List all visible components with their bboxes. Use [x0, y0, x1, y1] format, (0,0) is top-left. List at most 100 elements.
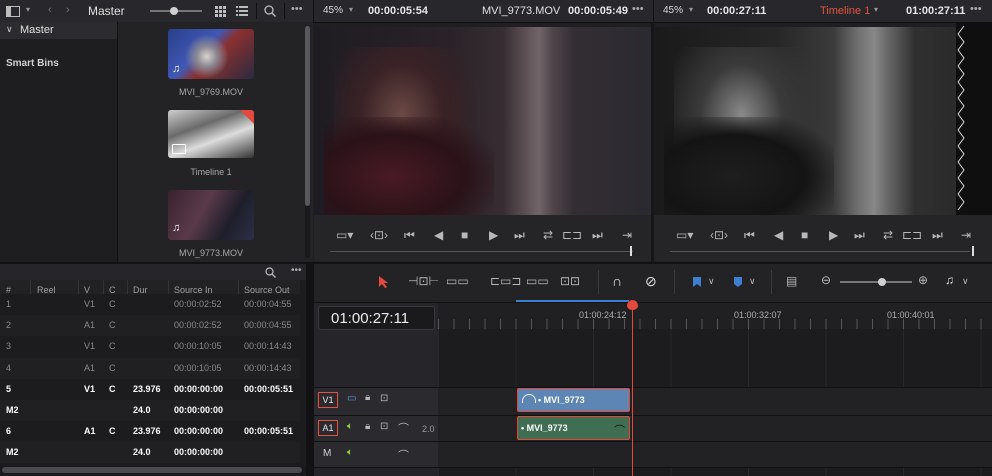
timeline-timecode-box[interactable]: 01:00:27:11 [318, 306, 435, 330]
snapping-icon[interactable]: ∩ [612, 273, 622, 289]
back-arrow-icon[interactable]: ‹ [48, 4, 52, 16]
table-row[interactable]: M2 24.0 00:00:00:00 [0, 400, 300, 421]
program-mark-out-icon[interactable]: ⏭ [932, 228, 943, 243]
program-play-icon[interactable]: ▶ [829, 228, 838, 242]
linked-selection-icon[interactable]: ⊘ [645, 273, 657, 290]
forward-arrow-icon[interactable]: › [66, 4, 70, 16]
source-last-frame-icon[interactable]: ⏭ [514, 228, 525, 243]
program-zoom-arrow-icon[interactable]: ▾ [689, 5, 693, 14]
source-clip-name[interactable]: MVI_9773.MOV [482, 5, 560, 17]
lane-m[interactable] [438, 442, 992, 468]
source-stop-icon[interactable]: ■ [461, 228, 468, 242]
edit-index-scrollbar[interactable] [0, 466, 306, 474]
search-icon[interactable] [262, 3, 278, 19]
media-pool-scrollbar[interactable] [305, 26, 310, 258]
source-loop-icon[interactable]: ⇄ [543, 228, 553, 242]
source-match-frame-icon[interactable]: ‹⊡› [370, 228, 388, 242]
timeline-dropdown-icon[interactable]: ▾ [874, 5, 878, 14]
a1-lock-icon[interactable]: 🔒︎ [365, 421, 370, 432]
edit-index-scroll-thumb[interactable] [2, 467, 302, 473]
selection-tool-icon[interactable] [378, 275, 390, 292]
clip-name-mvi-9769[interactable]: MVI_9769.MOV [146, 87, 276, 97]
m-curve-icon[interactable]: ⌒ [398, 447, 409, 463]
flag-icon[interactable] [692, 276, 702, 291]
source-playhead[interactable] [630, 246, 632, 256]
a1-auto-select-icon[interactable]: ⊡ [380, 421, 388, 432]
video-clip[interactable]: • MVI_9773 [517, 388, 630, 412]
audio-dropdown-icon[interactable]: ∨ [962, 276, 969, 287]
table-row[interactable]: M2 24.0 00:00:00:00 [0, 442, 300, 464]
flag-dropdown-icon[interactable]: ∨ [708, 276, 715, 287]
zoom-slider[interactable] [840, 278, 912, 286]
media-pool-scroll-thumb[interactable] [305, 26, 310, 206]
clip-name-mvi-9773[interactable]: MVI_9773.MOV [146, 248, 276, 258]
audio-clip[interactable]: • MVI_9773 ⌒ [517, 416, 630, 440]
timeline-playhead-line[interactable] [632, 303, 633, 476]
slider-knob[interactable] [170, 7, 178, 15]
source-mark-in-icon[interactable]: ⇥ [622, 228, 632, 242]
m-speaker-icon[interactable]: 🔈︎ [347, 447, 353, 458]
source-view-mode-icon[interactable]: ▭▾ [336, 228, 353, 242]
list-view-icon[interactable] [234, 3, 250, 19]
program-jog-bar[interactable] [670, 251, 970, 252]
table-row[interactable]: 5 V1 C 23.976 00:00:00:00 00:00:05:51 [0, 378, 300, 400]
collapse-chevron-icon[interactable]: ∨ [6, 24, 13, 35]
source-zoom-arrow-icon[interactable]: ▾ [349, 5, 353, 14]
source-viewer-options-button[interactable]: ••• [632, 3, 644, 15]
timeline-view-options-icon[interactable]: ▤ [786, 274, 797, 288]
source-zoom[interactable]: 45% [323, 5, 343, 16]
track-m-label[interactable]: M [323, 448, 331, 459]
v1-auto-select-icon[interactable]: ⊡ [380, 393, 388, 404]
audio-meter-icon[interactable]: ♫ [945, 273, 954, 287]
audio-fade-handle-icon[interactable]: ⌒ [614, 422, 625, 438]
program-clip-icon[interactable]: ⊏⊐ [902, 228, 922, 242]
clip-thumbnail-mvi-9769[interactable]: ♫ [168, 29, 254, 79]
table-row[interactable]: 4 A1 C 00:00:10:05 00:00:14:43 [0, 357, 300, 379]
source-viewer[interactable] [314, 27, 651, 215]
trim-tool-icon[interactable]: ⊣⊡⊢ [408, 274, 439, 288]
source-mark-out-icon[interactable]: ⏭ [592, 228, 603, 243]
program-stop-icon[interactable]: ■ [801, 228, 808, 242]
table-row[interactable]: 1 V1 C 00:00:02:52 00:00:04:55 [0, 294, 300, 315]
program-match-frame-icon[interactable]: ‹⊡› [710, 228, 728, 242]
source-first-frame-icon[interactable]: ⏮ [404, 228, 415, 243]
program-view-mode-icon[interactable]: ▭▾ [676, 228, 693, 242]
program-last-frame-icon[interactable]: ⏭ [854, 228, 865, 243]
insert-clip-icon[interactable]: ⊏▭⊐ [490, 274, 521, 288]
timeline-thumbnail[interactable] [168, 110, 254, 158]
table-row[interactable]: 6 A1 C 23.976 00:00:00:00 00:00:05:51 [0, 421, 300, 443]
program-first-frame-icon[interactable]: ⏮ [744, 228, 755, 243]
master-bin-row[interactable]: ∨ Master [0, 22, 117, 39]
thumb-size-slider[interactable] [150, 7, 202, 15]
edit-index-options-button[interactable]: ••• [291, 265, 302, 276]
program-viewer[interactable] [654, 27, 956, 215]
replace-clip-icon[interactable]: ⊡⊡ [560, 274, 580, 288]
program-zoom[interactable]: 45% [663, 5, 683, 16]
program-mark-in-icon[interactable]: ⇥ [961, 228, 971, 242]
overwrite-clip-icon[interactable]: ▭▭ [526, 274, 549, 288]
edit-index-search-icon[interactable] [262, 265, 278, 279]
program-play-reverse-icon[interactable]: ◀ [774, 228, 783, 242]
marker-dropdown-icon[interactable]: ∨ [749, 276, 756, 287]
zoom-slider-knob[interactable] [878, 278, 886, 286]
program-playhead[interactable] [972, 246, 974, 256]
v1-lock-icon[interactable]: 🔒︎ [365, 392, 370, 403]
table-row[interactable]: 3 V1 C 00:00:10:05 00:00:14:43 [0, 336, 300, 358]
panel-toggle-icon[interactable] [4, 3, 22, 19]
v1-monitor-icon[interactable]: ▭ [347, 393, 356, 404]
source-play-reverse-icon[interactable]: ◀ [434, 228, 443, 242]
program-viewer-options-button[interactable]: ••• [970, 3, 982, 15]
a1-curve-icon[interactable]: ⌒ [398, 420, 409, 436]
smart-bins-label[interactable]: Smart Bins [6, 58, 59, 69]
media-pool-options-button[interactable]: ••• [291, 3, 303, 15]
clip-thumbnail-mvi-9773[interactable]: ♫ [168, 190, 254, 240]
a1-speaker-icon[interactable]: 🔈︎ [347, 421, 353, 432]
program-timeline-name[interactable]: Timeline 1 [820, 5, 870, 17]
track-a1-badge[interactable]: A1 [318, 420, 338, 436]
bin-name[interactable]: Master [88, 4, 125, 18]
track-v1-badge[interactable]: V1 [318, 392, 338, 408]
table-row[interactable]: 2 A1 C 00:00:02:52 00:00:04:55 [0, 315, 300, 337]
zoom-in-icon[interactable]: ⊕ [918, 273, 928, 287]
timeline-playhead-handle[interactable] [627, 300, 638, 310]
grid-view-icon[interactable] [212, 3, 228, 19]
